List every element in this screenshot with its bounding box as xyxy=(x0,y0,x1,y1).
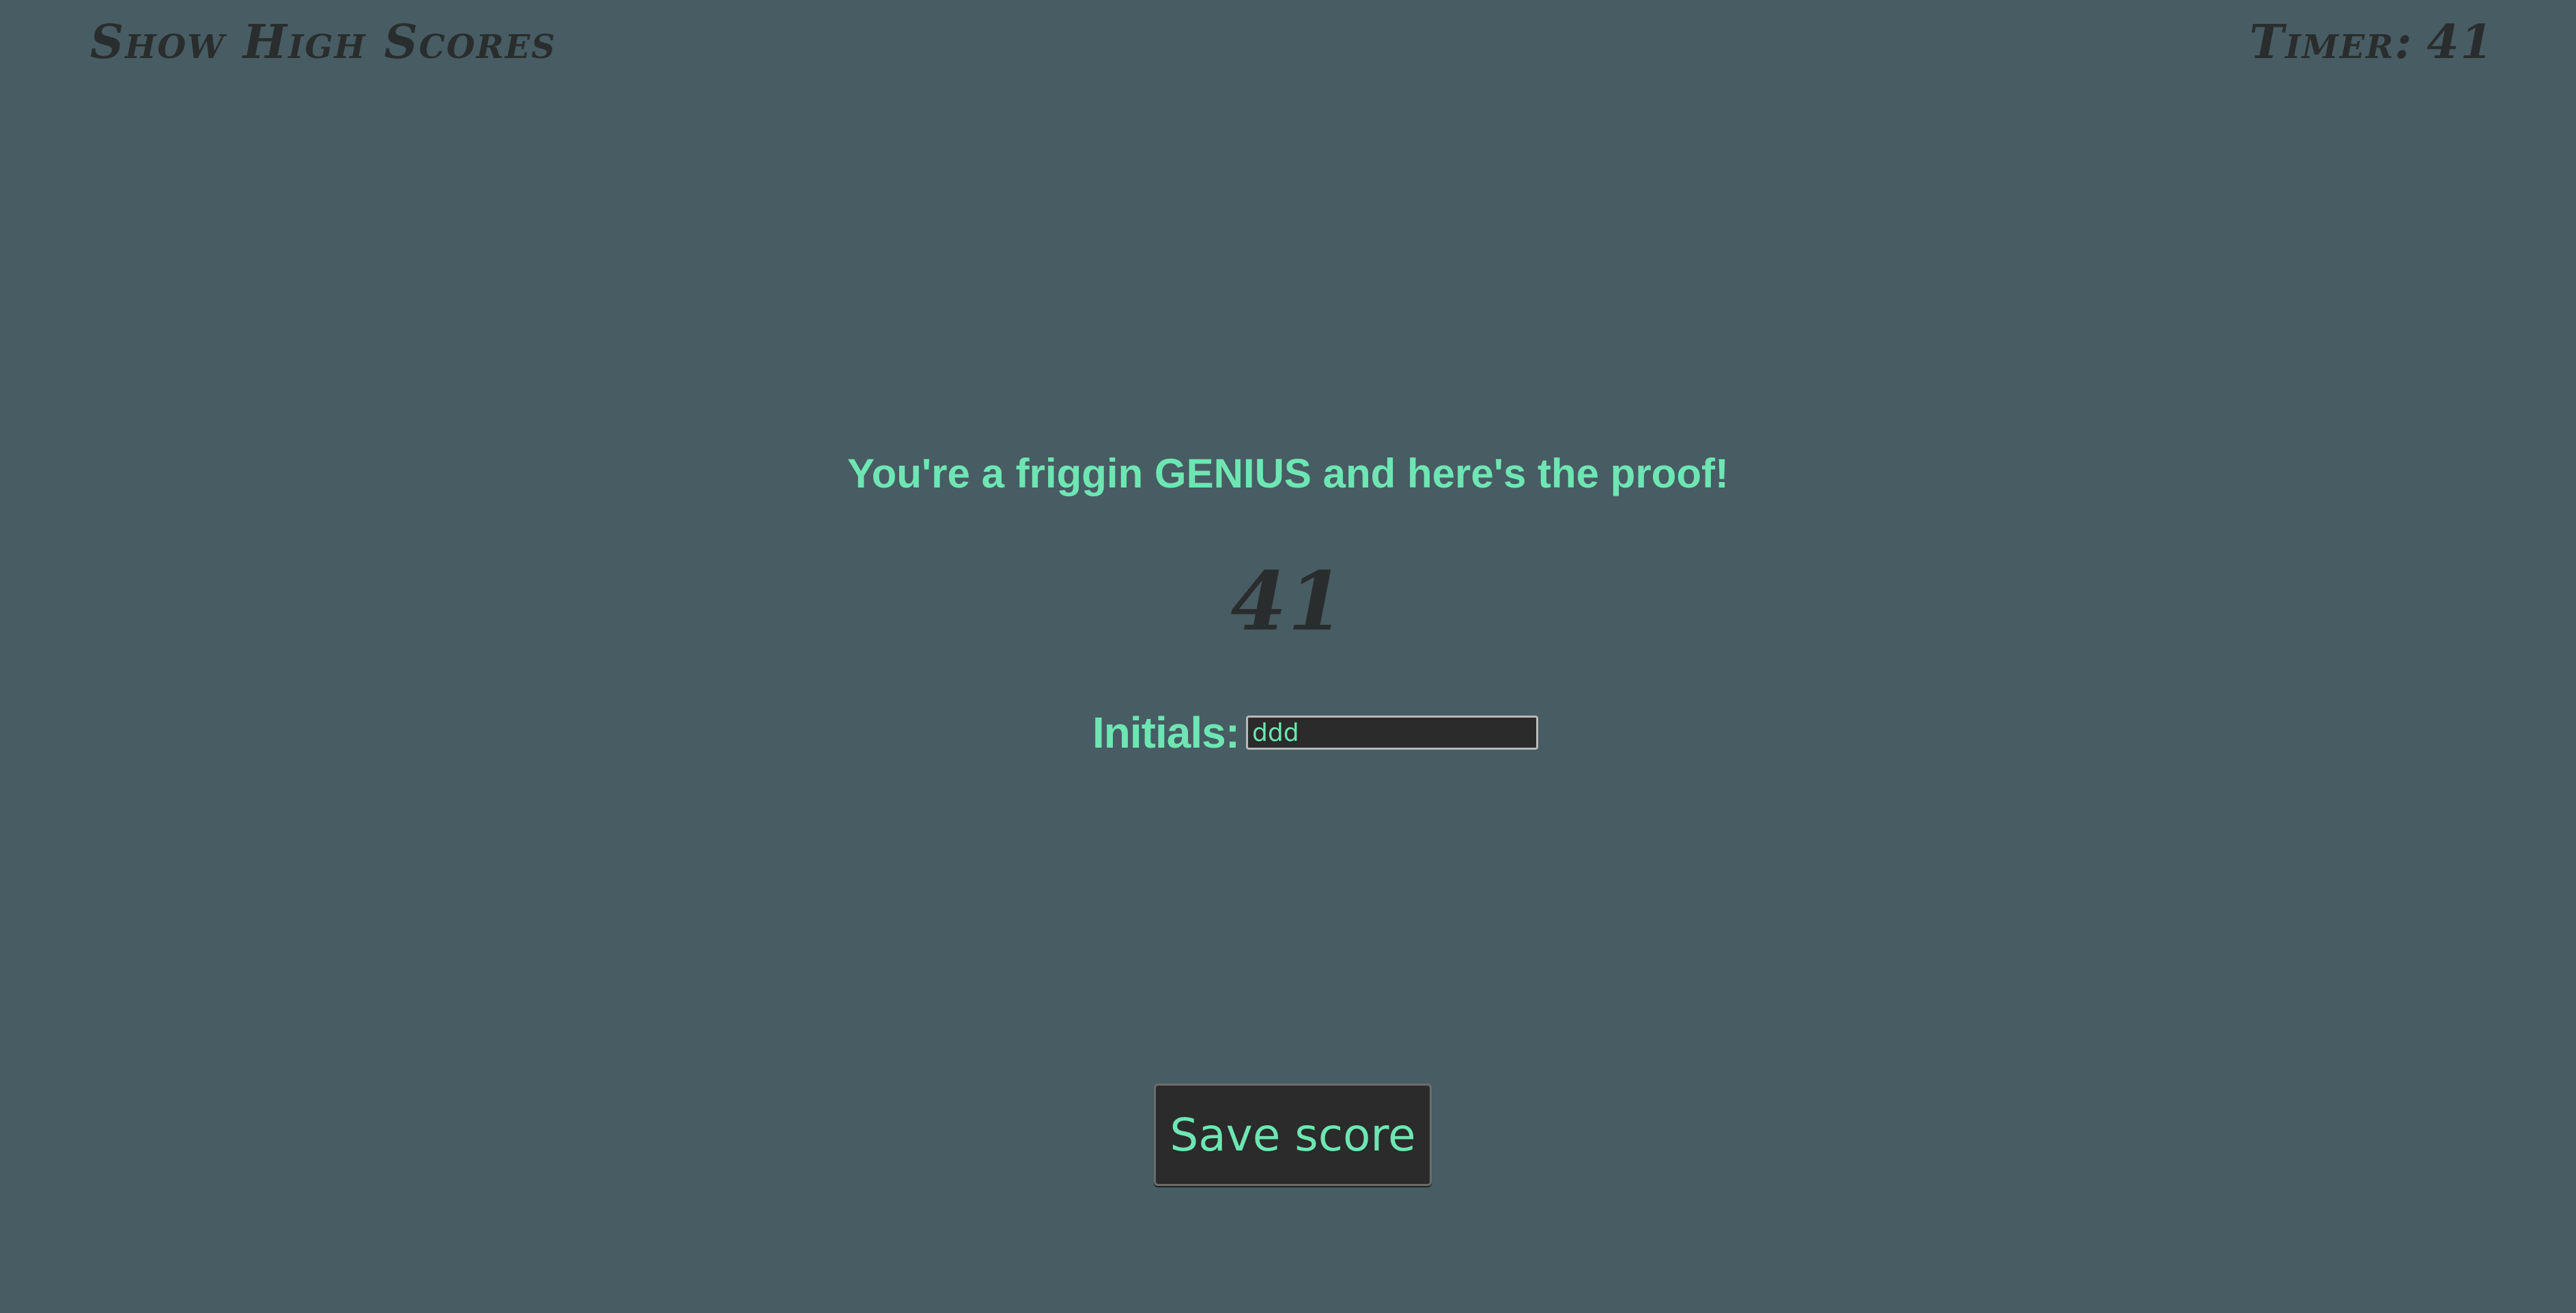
initials-label: Initials: xyxy=(1092,708,1240,757)
timer: Timer: 41 xyxy=(2250,19,2494,66)
final-score: 41 xyxy=(1230,554,1346,649)
show-high-scores-link[interactable]: Show High Scores xyxy=(90,19,556,66)
timer-label: Timer: xyxy=(2249,15,2414,70)
result-headline: You're a friggin GENIUS and here's the p… xyxy=(847,451,1729,496)
initials-form-row: Initials: xyxy=(27,707,2576,758)
initials-input[interactable] xyxy=(1246,716,1539,750)
timer-value: 41 xyxy=(2426,15,2494,70)
save-score-button[interactable]: Save score xyxy=(1154,1084,1432,1186)
